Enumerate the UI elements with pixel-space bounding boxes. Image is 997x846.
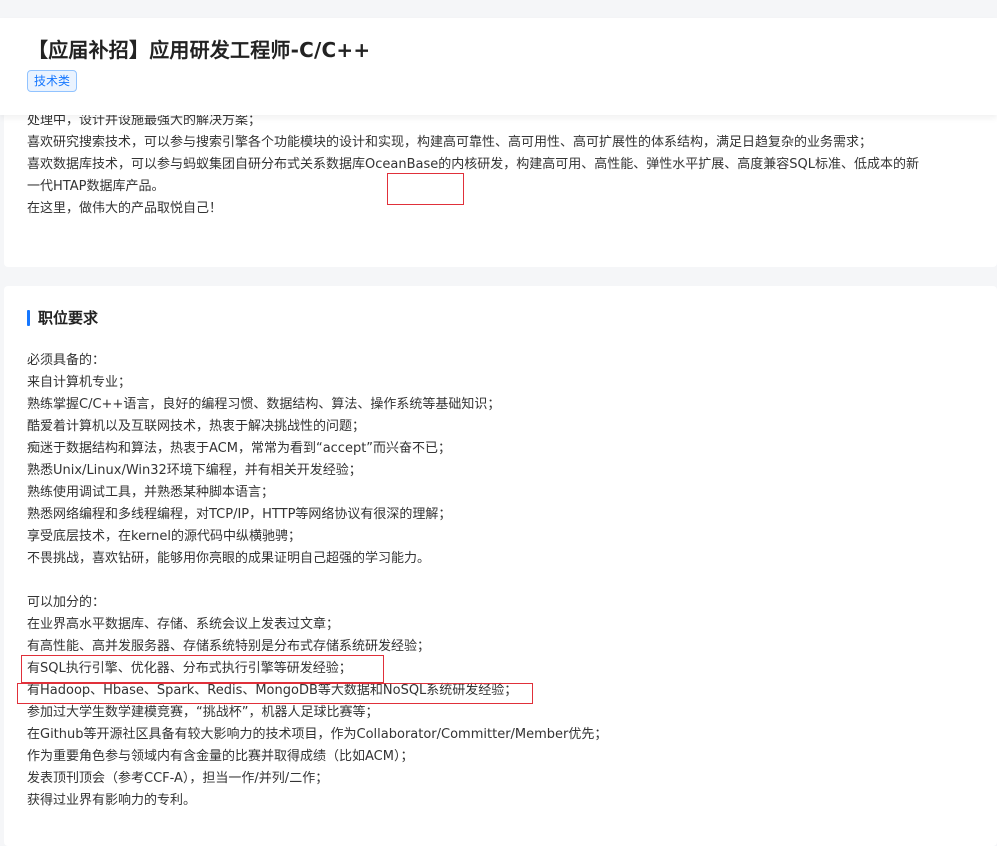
description-line: 在这里，做伟大的产品取悦自己！ [27, 201, 223, 216]
list-item: 享受底层技术，在kernel的源代码中纵横驰骋； [27, 529, 302, 544]
list-item: 有SQL执行引擎、优化器、分布式执行引擎等研发经验； [27, 661, 352, 676]
bonus-heading: 可以加分的： [27, 595, 106, 610]
description-line: 喜欢研究搜索技术，可以参与搜索引擎各个功能模块的设计和实现，构建高可靠性、高可用… [27, 135, 873, 150]
job-header: 【应届补招】应用研发工程师-C/C++ 技术类 [0, 18, 997, 115]
required-heading: 必须具备的： [27, 353, 106, 368]
section-title-text: 职位要求 [38, 309, 99, 327]
list-item: 熟练使用调试工具，并熟悉某种脚本语言； [27, 485, 275, 500]
list-item: 熟悉Unix/Linux/Win32环境下编程，并有相关开发经验； [27, 463, 362, 478]
list-item: 在Github等开源社区具备有较大影响力的技术项目，作为Collaborator… [27, 727, 608, 742]
list-item: 痴迷于数据结构和算法，热衷于ACM，常常为看到“accept”而兴奋不已； [27, 441, 452, 456]
section-accent-bar [27, 310, 30, 326]
page-top-background [0, 0, 997, 18]
list-item: 熟悉网络编程和多线程编程，对TCP/IP，HTTP等网络协议有很深的理解； [27, 507, 452, 522]
description-line: 喜欢数据库技术，可以参与蚂蚁集团自研分布式关系数据库OceanBase的内核研发… [27, 157, 919, 194]
list-item: 参加过大学生数学建模竞赛，“挑战杯”，机器人足球比赛等； [27, 705, 379, 720]
job-title: 【应届补招】应用研发工程师-C/C++ [28, 38, 371, 62]
list-item: 酷爱着计算机以及互联网技术，热衷于解决挑战性的问题； [27, 419, 366, 434]
list-item: 作为重要角色参与领域内有含金量的比赛并取得成绩（比如ACM）； [27, 749, 414, 764]
list-item: 发表顶刊顶会（参考CCF-A），担当一作/并列/二作； [27, 771, 329, 786]
job-description-card: 处理中，设计并设施最强大的解决方案； 喜欢研究搜索技术，可以参与搜索引擎各个功能… [4, 100, 997, 267]
job-category-tag: 技术类 [27, 70, 78, 92]
job-requirements-card: 职位要求 必须具备的： 来自计算机专业； 熟练掌握C/C++语言，良好的编程习惯… [4, 286, 997, 846]
list-item: 获得过业界有影响力的专利。 [27, 793, 197, 808]
list-item: 有Hadoop、Hbase、Spark、Redis、MongoDB等大数据和No… [27, 683, 518, 698]
section-title-requirements: 职位要求 [27, 308, 98, 328]
list-item: 有高性能、高并发服务器、存储系统特别是分布式存储系统研发经验； [27, 639, 431, 654]
list-item: 来自计算机专业； [27, 375, 132, 390]
list-item: 熟练掌握C/C++语言，良好的编程习惯、数据结构、算法、操作系统等基础知识； [27, 397, 501, 412]
requirements-list: 必须具备的： 来自计算机专业； 熟练掌握C/C++语言，良好的编程习惯、数据结构… [27, 350, 947, 812]
list-item: 在业界高水平数据库、存储、系统会议上发表过文章； [27, 617, 340, 632]
list-item: 不畏挑战，喜欢钻研，能够用你亮眼的成果证明自己超强的学习能力。 [27, 551, 431, 566]
job-description-text: 处理中，设计并设施最强大的解决方案； 喜欢研究搜索技术，可以参与搜索引擎各个功能… [27, 110, 922, 220]
